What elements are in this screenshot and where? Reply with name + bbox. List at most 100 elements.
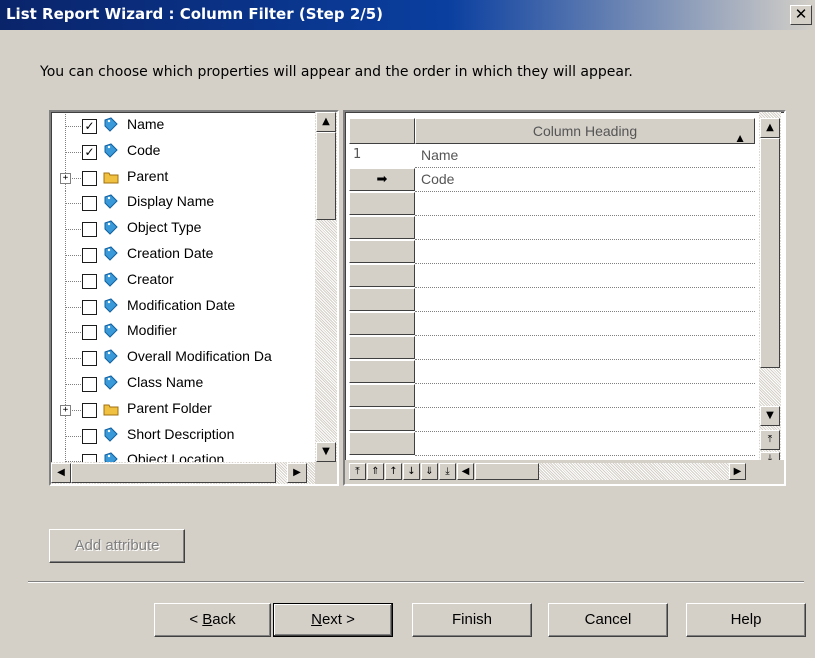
tree-item[interactable]: Short Description — [51, 423, 311, 449]
move-bottom-icon[interactable]: ⤓ — [439, 463, 456, 480]
tree-scroll-thumb[interactable] — [316, 132, 336, 220]
separator — [28, 581, 804, 583]
attribute-icon — [103, 220, 119, 236]
move-top-icon[interactable]: ⤒ — [349, 463, 366, 480]
checkbox[interactable] — [82, 299, 97, 315]
checkbox[interactable] — [82, 351, 97, 367]
grid-cell[interactable] — [415, 216, 755, 240]
scroll-left-icon[interactable]: ◀ — [457, 463, 474, 480]
grid-cell[interactable] — [415, 336, 755, 360]
folder-icon — [103, 401, 119, 417]
help-button[interactable]: Help — [686, 603, 806, 637]
checkbox[interactable]: ✓ — [82, 119, 97, 134]
column-grid[interactable]: Column Heading ▲ 1 Name ➡ Code ▲ ▼ ⤒ ⤓ ⤒ ⇑ … — [343, 110, 786, 486]
tree-item-label: Name — [127, 116, 165, 132]
grid-cell[interactable] — [415, 192, 755, 216]
tree-item-label: Parent Folder — [127, 399, 212, 416]
grid-horizontal-scrollbar[interactable] — [475, 463, 729, 480]
scroll-down-icon[interactable]: ▼ — [316, 442, 336, 462]
tree-connector — [65, 203, 83, 205]
column-heading-header[interactable]: Column Heading ▲ — [415, 118, 755, 145]
checkbox[interactable] — [82, 170, 97, 186]
grid-cell[interactable]: Name — [415, 144, 755, 168]
grid-hscroll-thumb[interactable] — [475, 463, 539, 480]
move-up-fast-icon[interactable]: ⇑ — [367, 463, 384, 480]
title-bar: List Report Wizard : Column Filter (Step… — [0, 0, 815, 30]
cancel-button[interactable]: Cancel — [548, 603, 668, 637]
tree-item[interactable]: Object Type — [51, 217, 311, 243]
close-button[interactable]: ✕ — [790, 5, 812, 25]
grid-cell[interactable] — [415, 384, 755, 408]
row-header[interactable] — [349, 240, 415, 263]
tree-item[interactable]: Creator — [51, 268, 311, 294]
add-attribute-button[interactable]: Add attribute — [49, 529, 185, 563]
grid-scroll-thumb[interactable] — [760, 138, 780, 368]
scroll-down-icon[interactable]: ▼ — [760, 406, 780, 426]
finish-button[interactable]: Finish — [412, 603, 532, 637]
scroll-right-icon[interactable]: ▶ — [287, 463, 307, 483]
row-header[interactable] — [349, 360, 415, 383]
tree-item[interactable]: Display Name — [51, 191, 311, 217]
move-down-fast-icon[interactable]: ⇓ — [421, 463, 438, 480]
row-header[interactable] — [349, 288, 415, 311]
attribute-icon — [103, 427, 119, 443]
grid-vertical-scrollbar[interactable]: ▲ ▼ ⤒ ⤓ — [759, 112, 781, 466]
checkbox[interactable] — [82, 402, 97, 418]
move-up-icon[interactable]: ↑ — [385, 463, 402, 480]
checkbox[interactable] — [82, 196, 97, 212]
tree-item[interactable]: Creation Date — [51, 243, 311, 268]
back-button[interactable]: < Back — [154, 603, 271, 637]
scroll-up-icon[interactable]: ▲ — [316, 112, 336, 132]
grid-cell[interactable] — [415, 288, 755, 312]
tree-hscroll-thumb[interactable] — [71, 463, 276, 483]
row-header[interactable] — [349, 312, 415, 335]
tree-item[interactable]: Modification Date — [51, 294, 311, 320]
scroll-right-icon[interactable]: ▶ — [729, 463, 746, 480]
row-header[interactable] — [349, 192, 415, 215]
tree-item[interactable]: + Parent — [51, 165, 311, 191]
expand-icon[interactable]: + — [60, 172, 71, 184]
next-button[interactable]: Next > — [273, 603, 393, 637]
scroll-up-icon[interactable]: ▲ — [760, 118, 780, 138]
grid-corner-header — [349, 118, 415, 144]
grid-cell[interactable] — [415, 432, 755, 456]
tree-item-label: Modifier — [127, 322, 177, 339]
row-header[interactable]: 1 — [349, 144, 415, 167]
grid-cell[interactable] — [415, 312, 755, 336]
attribute-icon — [103, 298, 119, 314]
grid-cell[interactable] — [415, 240, 755, 264]
grid-cell[interactable] — [415, 408, 755, 432]
scroll-page-up-icon[interactable]: ⤒ — [760, 430, 780, 450]
checkbox[interactable] — [82, 222, 97, 238]
checkbox[interactable] — [82, 325, 97, 341]
row-header[interactable] — [349, 432, 415, 455]
grid-cell[interactable]: Code — [415, 168, 755, 192]
tree-vertical-scrollbar[interactable]: ▲ ▼ — [315, 112, 337, 462]
checkbox[interactable] — [82, 428, 97, 444]
checkbox[interactable] — [82, 377, 97, 392]
grid-cell[interactable] — [415, 360, 755, 384]
grid-cell[interactable] — [415, 264, 755, 288]
tree-connector — [65, 384, 83, 385]
tree-item[interactable]: + Parent Folder — [51, 397, 311, 423]
tree-horizontal-scrollbar[interactable]: ◀ ▶ — [51, 462, 315, 484]
tree-item[interactable]: Overall Modification Da — [51, 346, 311, 372]
checkbox[interactable] — [82, 273, 97, 289]
expand-icon[interactable]: + — [60, 404, 71, 416]
current-row-arrow-icon[interactable]: ➡ — [349, 168, 415, 191]
move-down-icon[interactable]: ↓ — [403, 463, 420, 480]
property-tree[interactable]: ✓ Name ✓ Code + Parent Display Name Object Type… — [49, 110, 339, 486]
checkbox[interactable] — [82, 248, 97, 263]
scroll-left-icon[interactable]: ◀ — [51, 463, 71, 483]
tree-item[interactable]: Modifier — [51, 320, 311, 346]
tree-item[interactable]: ✓ Name — [51, 114, 311, 139]
row-header[interactable] — [349, 216, 415, 239]
row-header[interactable] — [349, 408, 415, 431]
tree-item[interactable]: Class Name — [51, 372, 311, 397]
checkbox[interactable]: ✓ — [82, 144, 97, 160]
row-header[interactable] — [349, 336, 415, 359]
tree-connector — [65, 435, 83, 437]
row-header[interactable] — [349, 384, 415, 407]
tree-item[interactable]: ✓ Code — [51, 139, 311, 165]
row-header[interactable] — [349, 264, 415, 287]
